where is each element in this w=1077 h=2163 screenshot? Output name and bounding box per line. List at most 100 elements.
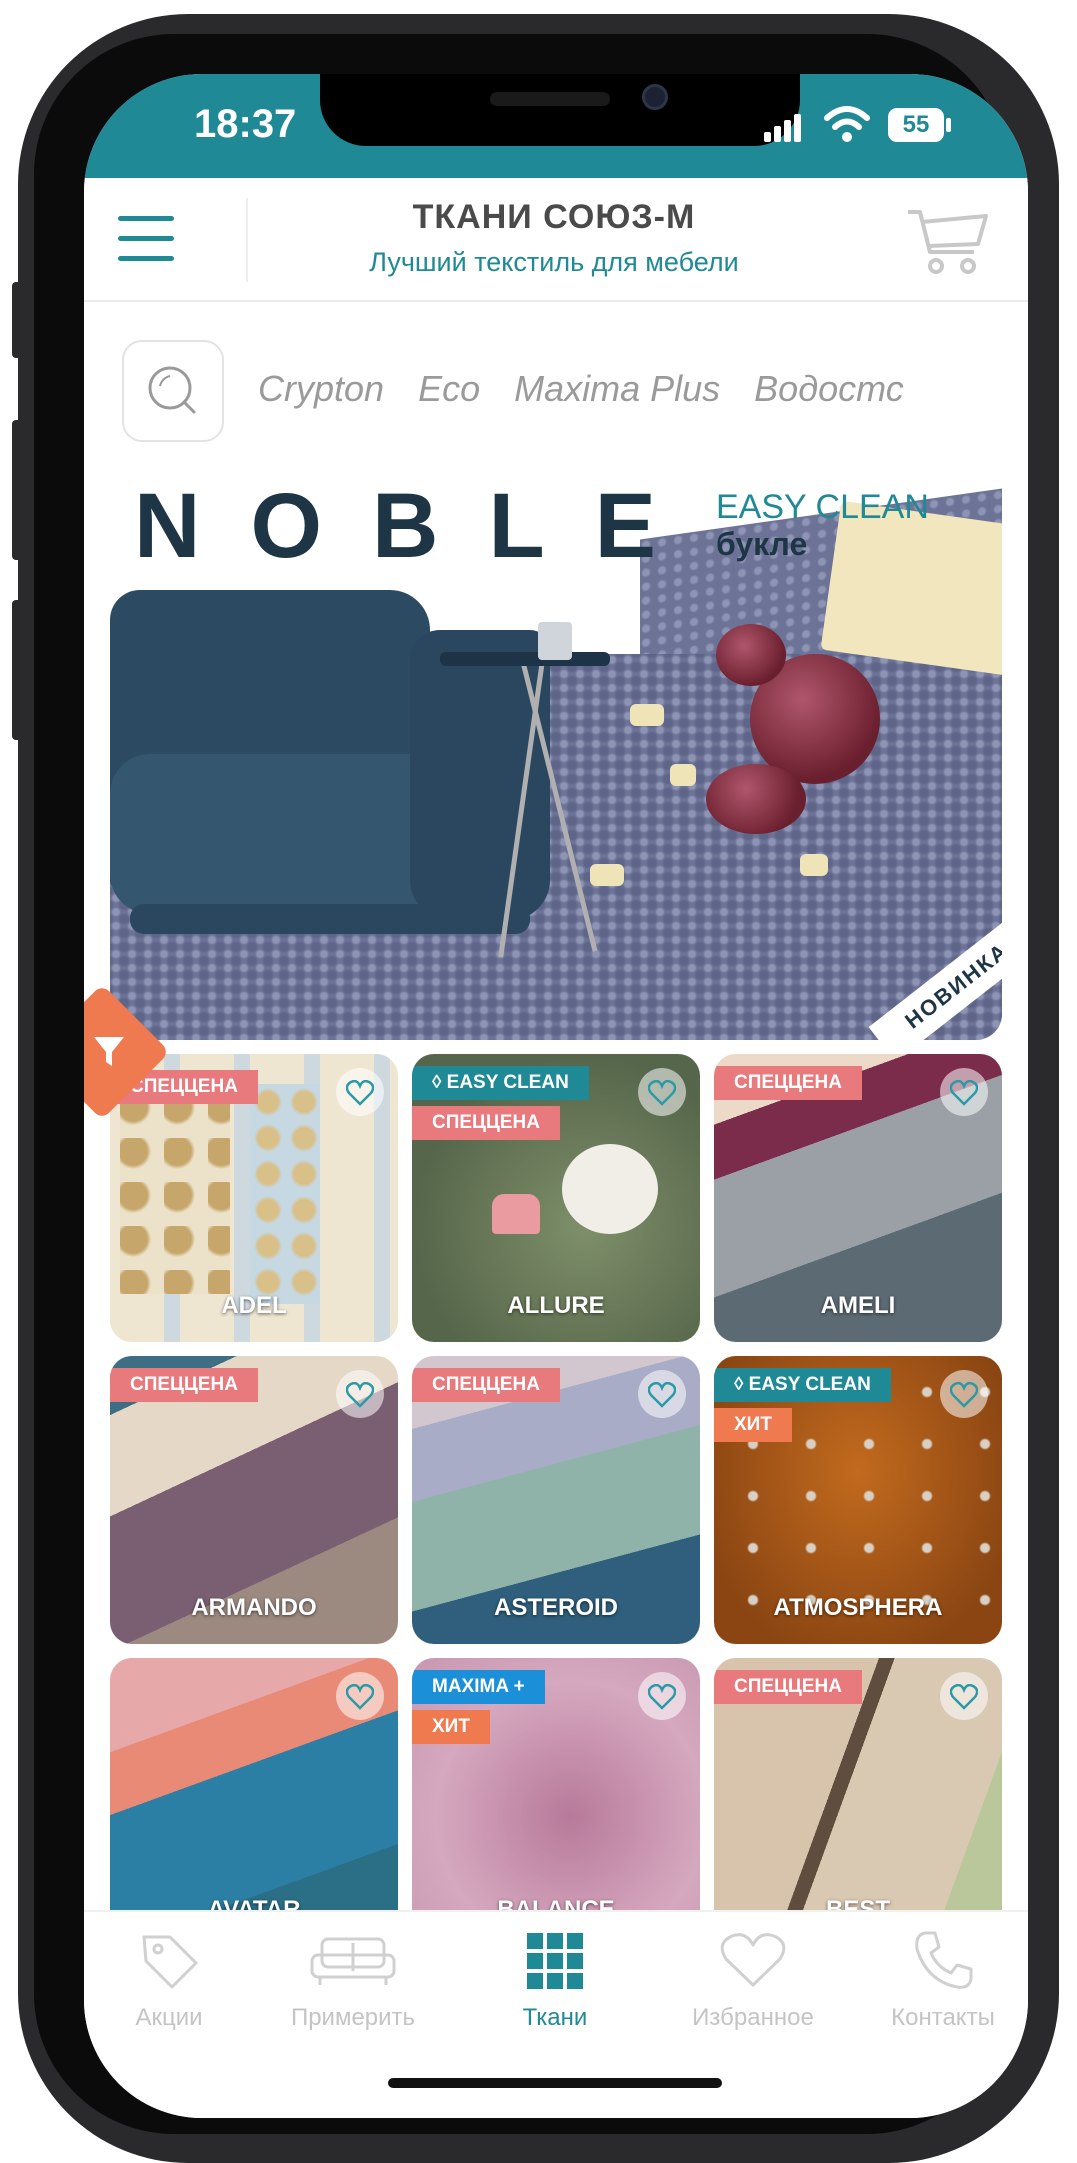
- search-icon: [148, 366, 196, 414]
- heart-icon: [346, 1080, 374, 1106]
- fabric-name: ADEL: [221, 1292, 287, 1319]
- badge-maxima: MAXIMA +: [412, 1670, 545, 1704]
- status-bar: 18:37 55: [84, 74, 1028, 178]
- heart-icon: [950, 1080, 978, 1106]
- tab-contacts[interactable]: Контакты: [858, 1926, 1028, 2032]
- tab-try-on[interactable]: Примерить: [268, 1926, 438, 2032]
- filter-icon: [94, 1037, 124, 1066]
- fabric-card-armando[interactable]: СПЕЦЦЕНА ARMANDO: [110, 1356, 398, 1644]
- banner-table-top: [440, 652, 610, 666]
- favorite-button[interactable]: [638, 1370, 686, 1418]
- brand-block: ТКАНИ СОЮЗ-М Лучший текстиль для мебели: [254, 198, 854, 278]
- fabric-pattern: [250, 1084, 320, 1304]
- status-time: 18:37: [194, 102, 297, 146]
- speaker: [490, 92, 610, 106]
- app-title: ТКАНИ СОЮЗ-М: [412, 198, 696, 236]
- badge-spec-price: СПЕЦЦЕНА: [412, 1106, 560, 1140]
- grid-icon: [527, 1933, 583, 1989]
- front-camera: [642, 84, 668, 110]
- fabric-card-avatar[interactable]: AVATAR: [110, 1658, 398, 1946]
- fabric-card-asteroid[interactable]: СПЕЦЦЕНА ASTEROID: [412, 1356, 700, 1644]
- app-screen: 18:37 55 ТКАНИ СОЮЗ-М Лучший текстиль дл…: [84, 74, 1028, 2118]
- heart-icon: [648, 1382, 676, 1408]
- fabric-card-ameli[interactable]: СПЕЦЦЕНА AMELI: [714, 1054, 1002, 1342]
- banner-grape-image: [706, 764, 806, 834]
- banner-title: NOBLE: [134, 475, 706, 577]
- fabric-card-atmosphera[interactable]: ◊ EASY CLEAN ХИТ ATMOSPHERA: [714, 1356, 1002, 1644]
- favorite-button[interactable]: [336, 1370, 384, 1418]
- menu-button[interactable]: [112, 206, 182, 272]
- heart-icon: [720, 1933, 786, 1987]
- signal-icon: [764, 114, 804, 142]
- cart-icon[interactable]: [904, 204, 990, 278]
- heart-icon: [950, 1684, 978, 1710]
- category-chip[interactable]: Eco: [418, 354, 480, 424]
- fabric-card-best[interactable]: СПЕЦЦЕНА BEST: [714, 1658, 1002, 1946]
- favorite-button[interactable]: [336, 1068, 384, 1116]
- badge-spec-price: СПЕЦЦЕНА: [714, 1066, 862, 1100]
- category-chips: Crypton Eco Maxima Plus Водостс: [258, 354, 1028, 424]
- phone-icon: [915, 1931, 973, 1989]
- badge-easy-clean: ◊ EASY CLEAN: [714, 1368, 891, 1402]
- battery-indicator: 55: [888, 108, 944, 142]
- category-chip[interactable]: Crypton: [258, 354, 384, 424]
- battery-tip: [946, 118, 951, 132]
- category-chip[interactable]: Водостс: [754, 354, 904, 424]
- banner-subtitle: букле: [716, 526, 808, 562]
- fabric-name: ATMOSPHERA: [773, 1594, 943, 1621]
- banner-grape-image: [716, 624, 786, 686]
- fabric-card-allure[interactable]: ◊ EASY CLEAN СПЕЦЦЕНА ALLURE: [412, 1054, 700, 1342]
- sofa-icon: [310, 1937, 396, 1985]
- tab-fabrics[interactable]: Ткани: [470, 1926, 640, 2032]
- tab-label: Ткани: [522, 2004, 588, 2031]
- tab-label: Контакты: [891, 2004, 995, 2031]
- banner-armchair-arm: [410, 630, 550, 920]
- favorite-button[interactable]: [638, 1068, 686, 1116]
- badge-hit: ХИТ: [714, 1408, 792, 1442]
- app-header: ТКАНИ СОЮЗ-М Лучший текстиль для мебели: [84, 178, 1028, 302]
- heart-icon: [950, 1382, 978, 1408]
- banner-crumb: [630, 704, 664, 726]
- badge-hit: ХИТ: [412, 1710, 490, 1744]
- favorite-button[interactable]: [940, 1068, 988, 1116]
- fabric-pattern: [120, 1094, 230, 1294]
- wifi-icon: [824, 106, 870, 142]
- home-indicator: [388, 2078, 722, 2088]
- fabric-name: ALLURE: [507, 1292, 605, 1319]
- promo-banner[interactable]: NOBLE EASY CLEAN букле НОВИНКА: [110, 464, 1002, 1040]
- tab-favorites[interactable]: Избранное: [668, 1926, 838, 2032]
- favorite-button[interactable]: [336, 1672, 384, 1720]
- badge-spec-price: СПЕЦЦЕНА: [412, 1368, 560, 1402]
- banner-crumb: [590, 864, 624, 886]
- badge-easy-clean: ◊ EASY CLEAN: [412, 1066, 589, 1100]
- fabric-name: ASTEROID: [493, 1594, 618, 1621]
- badge-spec-price: СПЕЦЦЕНА: [714, 1670, 862, 1704]
- heart-icon: [648, 1684, 676, 1710]
- tab-promotions[interactable]: Акции: [84, 1926, 254, 2032]
- app-subtitle: Лучший текстиль для мебели: [369, 247, 739, 277]
- tab-label: Акции: [135, 2004, 203, 2031]
- banner-crumb: [670, 764, 696, 786]
- fabric-card-adel[interactable]: СПЕЦЦЕНА ADEL: [110, 1054, 398, 1342]
- rabbit-image: [562, 1144, 658, 1234]
- category-chip[interactable]: Maxima Plus: [514, 354, 720, 424]
- favorite-button[interactable]: [940, 1672, 988, 1720]
- fabric-name: ARMANDO: [191, 1594, 317, 1621]
- tag-icon: [142, 1935, 198, 1989]
- banner-glass-image: [538, 622, 572, 660]
- tab-label: Примерить: [290, 2004, 416, 2031]
- banner-tag: EASY CLEAN: [716, 488, 929, 526]
- fabric-name: AMELI: [820, 1292, 896, 1319]
- banner-cheese-image: [820, 500, 1002, 678]
- heart-icon: [346, 1684, 374, 1710]
- favorite-button[interactable]: [638, 1672, 686, 1720]
- favorite-button[interactable]: [940, 1370, 988, 1418]
- banner-crumb: [800, 854, 828, 876]
- search-button[interactable]: [122, 340, 224, 442]
- header-divider: [246, 198, 248, 282]
- cupcake-image: [492, 1194, 540, 1234]
- banner-armchair-base: [130, 904, 530, 934]
- tab-label: Избранное: [692, 2004, 814, 2031]
- badge-spec-price: СПЕЦЦЕНА: [110, 1368, 258, 1402]
- fabric-card-balance[interactable]: MAXIMA + ХИТ BALANCE: [412, 1658, 700, 1946]
